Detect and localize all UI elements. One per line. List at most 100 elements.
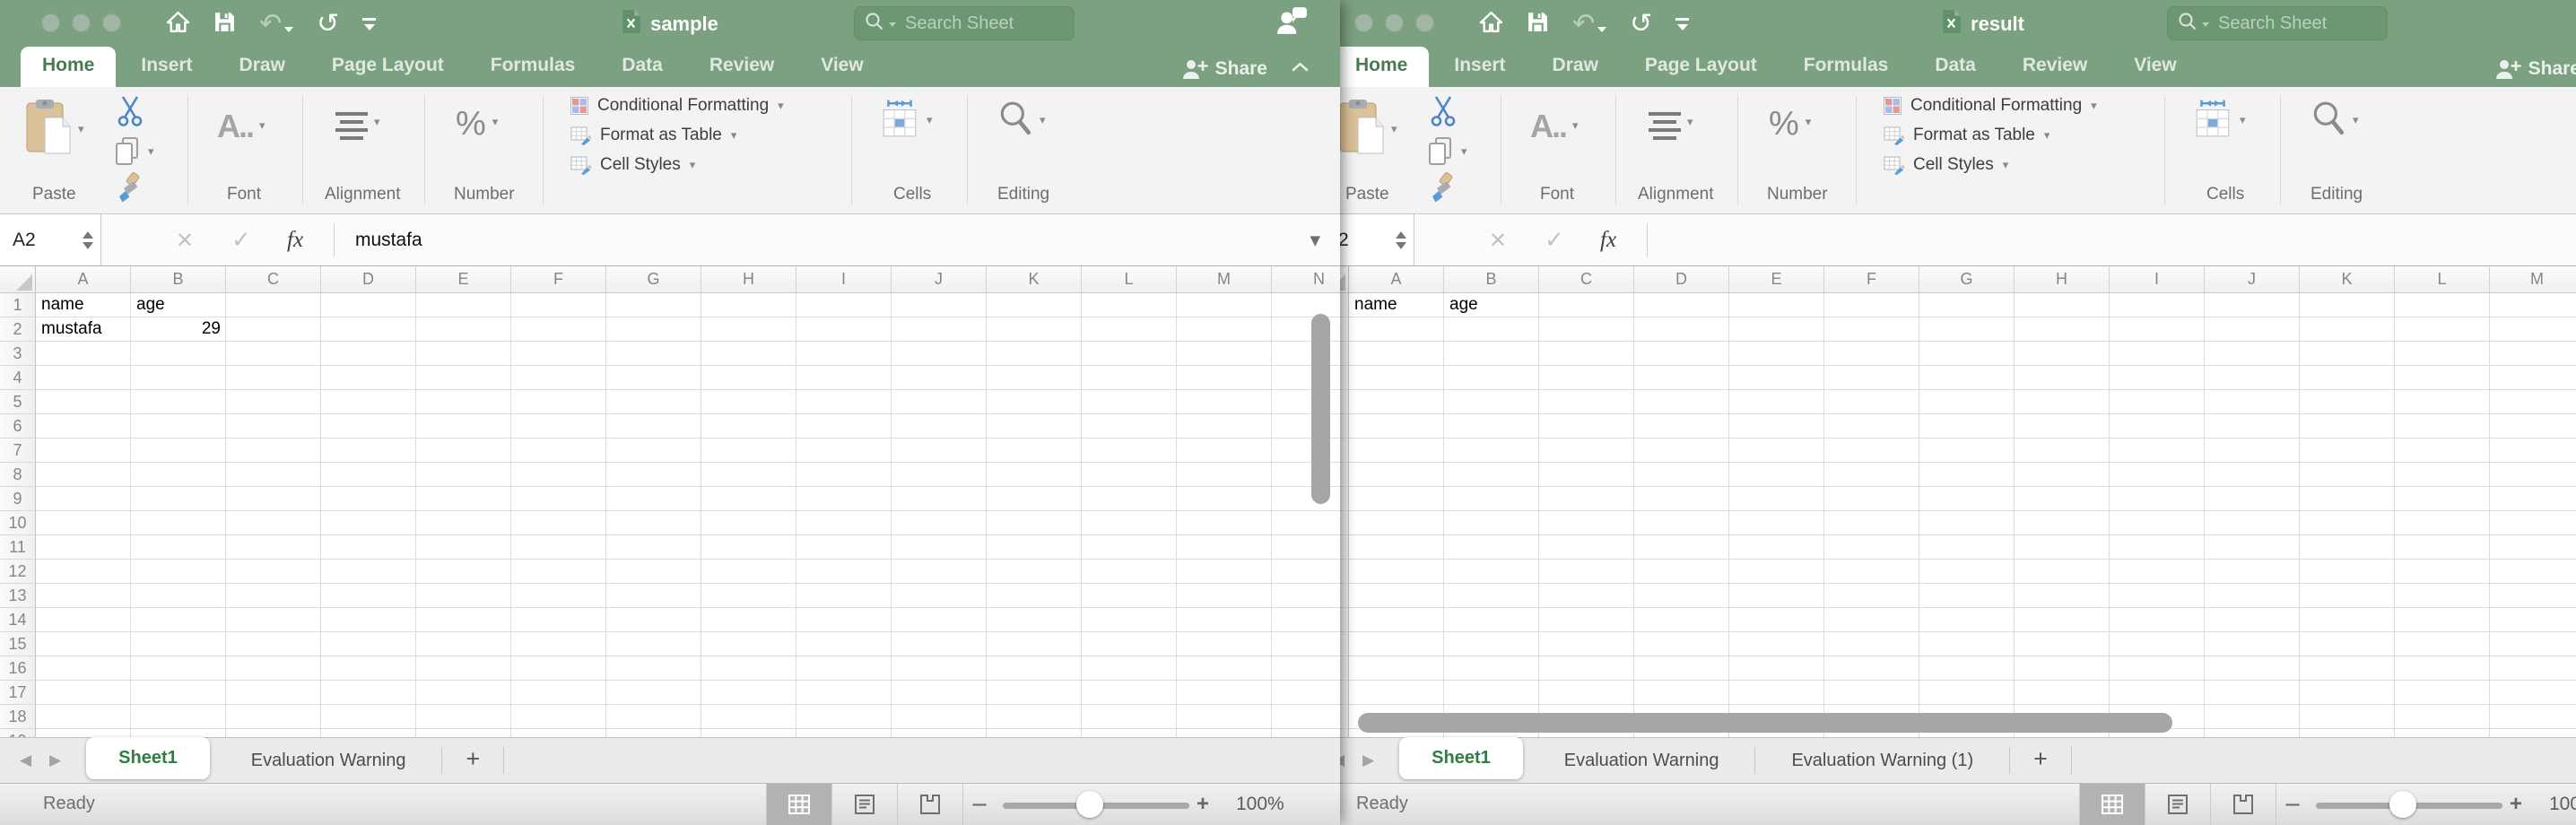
cell-D4[interactable] — [321, 366, 416, 390]
cell-I6[interactable] — [796, 414, 892, 439]
cell-K15[interactable] — [987, 632, 1082, 656]
cell-J7[interactable] — [2205, 439, 2300, 463]
cell-F8[interactable] — [511, 463, 606, 487]
cell-M3[interactable] — [1177, 342, 1272, 366]
cell-J5[interactable] — [2205, 390, 2300, 414]
cell-D3[interactable] — [1634, 342, 1729, 366]
cell-L8[interactable] — [2395, 463, 2490, 487]
cell-A7[interactable] — [1349, 439, 1444, 463]
cut-button[interactable] — [115, 94, 145, 131]
normal-view-button[interactable] — [2079, 784, 2145, 825]
cell-K17[interactable] — [2300, 681, 2395, 705]
zoom-window-button[interactable] — [1415, 13, 1434, 32]
cell-K16[interactable] — [2300, 656, 2395, 681]
page-break-view-button[interactable] — [2210, 784, 2276, 825]
collaborator-comments-icon[interactable] — [1275, 6, 1308, 39]
cell-D7[interactable] — [1634, 439, 1729, 463]
tab-insert[interactable]: Insert — [1454, 55, 1505, 87]
cell-L11[interactable] — [2395, 535, 2490, 560]
cell-K2[interactable] — [987, 317, 1082, 342]
cell-F14[interactable] — [1824, 608, 1919, 632]
row-header-6[interactable]: 6 — [0, 414, 36, 439]
cell-H1[interactable] — [2015, 293, 2110, 317]
cell-G12[interactable] — [1919, 560, 2015, 584]
cell-L13[interactable] — [2395, 584, 2490, 608]
cell-H8[interactable] — [2015, 463, 2110, 487]
cell-E2[interactable] — [416, 317, 511, 342]
cell-F4[interactable] — [1824, 366, 1919, 390]
column-header-E[interactable]: E — [1729, 266, 1824, 292]
cell-M11[interactable] — [1177, 535, 1272, 560]
column-header-K[interactable]: K — [2300, 266, 2395, 292]
cell-F12[interactable] — [1824, 560, 1919, 584]
cell-A16[interactable] — [36, 656, 131, 681]
cell-D14[interactable] — [1634, 608, 1729, 632]
cell-M18[interactable] — [2490, 705, 2576, 729]
cell-J15[interactable] — [2205, 632, 2300, 656]
cell-E16[interactable] — [416, 656, 511, 681]
row-header-4[interactable]: 4 — [0, 366, 36, 390]
cell-M9[interactable] — [1177, 487, 1272, 511]
cell-L17[interactable] — [1082, 681, 1177, 705]
cell-C3[interactable] — [226, 342, 321, 366]
cell-A15[interactable] — [36, 632, 131, 656]
cell-I1[interactable] — [796, 293, 892, 317]
cell-J2[interactable] — [2205, 317, 2300, 342]
cell-K18[interactable] — [987, 705, 1082, 729]
row-header-2[interactable]: 2 — [0, 317, 36, 342]
cell-I17[interactable] — [796, 681, 892, 705]
cell-J6[interactable] — [892, 414, 987, 439]
conditional-formatting-button[interactable]: Conditional Formatting ▾ — [570, 96, 784, 116]
cell-E9[interactable] — [416, 487, 511, 511]
row-header-7[interactable]: 7 — [0, 439, 36, 463]
cell-G15[interactable] — [1919, 632, 2015, 656]
cell-B7[interactable] — [1444, 439, 1539, 463]
cell-M17[interactable] — [2490, 681, 2576, 705]
cell-J2[interactable] — [892, 317, 987, 342]
cell-J11[interactable] — [2205, 535, 2300, 560]
cell-K9[interactable] — [987, 487, 1082, 511]
row-header-9[interactable]: 9 — [0, 487, 36, 511]
cell-A6[interactable] — [36, 414, 131, 439]
cell-G1[interactable] — [606, 293, 701, 317]
cell-M15[interactable] — [2490, 632, 2576, 656]
cell-B14[interactable] — [131, 608, 226, 632]
row-header-14[interactable]: 14 — [0, 608, 36, 632]
cell-N1[interactable] — [1272, 293, 1340, 317]
cell-H7[interactable] — [701, 439, 796, 463]
column-header-F[interactable]: F — [511, 266, 606, 292]
undo-dropdown-icon[interactable] — [1597, 27, 1606, 32]
cell-I12[interactable] — [796, 560, 892, 584]
cell-H3[interactable] — [2015, 342, 2110, 366]
cell-H12[interactable] — [701, 560, 796, 584]
name-box-stepper[interactable] — [1396, 231, 1414, 249]
cell-D10[interactable] — [1634, 511, 1729, 535]
cell-F1[interactable] — [511, 293, 606, 317]
save-icon[interactable] — [1527, 11, 1549, 38]
conditional-formatting-button[interactable]: Conditional Formatting ▾ — [1884, 96, 2097, 116]
add-sheet-button[interactable]: + — [2010, 747, 2072, 774]
cell-C18[interactable] — [226, 705, 321, 729]
cell-F4[interactable] — [511, 366, 606, 390]
cell-E7[interactable] — [416, 439, 511, 463]
cell-C5[interactable] — [1539, 390, 1634, 414]
cell-B7[interactable] — [131, 439, 226, 463]
cell-L18[interactable] — [2395, 705, 2490, 729]
cell-G12[interactable] — [606, 560, 701, 584]
cell-C1[interactable] — [226, 293, 321, 317]
column-header-L[interactable]: L — [2395, 266, 2490, 292]
cell-A4[interactable] — [1349, 366, 1444, 390]
cell-L3[interactable] — [2395, 342, 2490, 366]
cell-C16[interactable] — [1539, 656, 1634, 681]
cell-L6[interactable] — [1082, 414, 1177, 439]
cell-F16[interactable] — [511, 656, 606, 681]
cell-N14[interactable] — [1272, 608, 1340, 632]
cell-A1[interactable]: name — [36, 293, 131, 317]
cell-D10[interactable] — [321, 511, 416, 535]
close-window-button[interactable] — [41, 13, 60, 32]
cell-L11[interactable] — [1082, 535, 1177, 560]
cell-M4[interactable] — [2490, 366, 2576, 390]
cell-I3[interactable] — [2110, 342, 2205, 366]
cell-H17[interactable] — [701, 681, 796, 705]
cell-J9[interactable] — [892, 487, 987, 511]
